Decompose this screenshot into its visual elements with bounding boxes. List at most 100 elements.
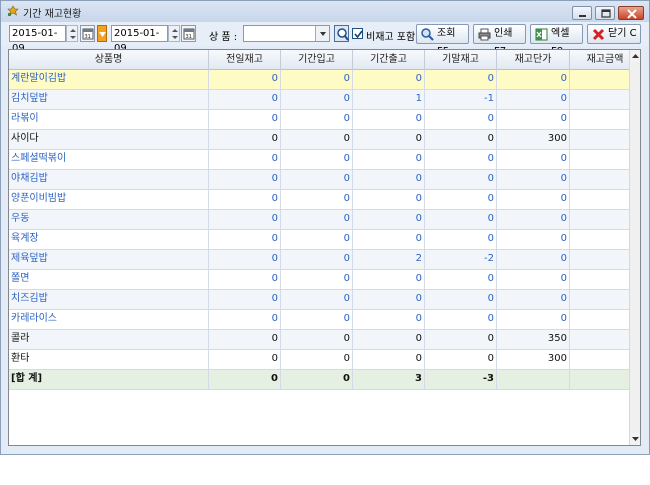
date-from-spinner[interactable] bbox=[66, 25, 78, 42]
product-combo-dropdown[interactable] bbox=[315, 26, 329, 41]
column-header-period-in[interactable]: 기간입고 bbox=[281, 50, 353, 70]
vertical-scrollbar[interactable] bbox=[629, 50, 640, 445]
value-cell[interactable]: 0 bbox=[497, 70, 570, 89]
table-row[interactable]: 라볶이 0 0 0 0 0 bbox=[9, 110, 629, 130]
value-cell[interactable]: 0 bbox=[353, 290, 425, 309]
value-cell[interactable]: 0 bbox=[497, 310, 570, 329]
value-cell[interactable]: 0 bbox=[209, 370, 281, 389]
column-header-unit-cost[interactable]: 재고단가 bbox=[497, 50, 570, 70]
date-to-field[interactable]: 2015-01-09 bbox=[111, 25, 168, 54]
table-row[interactable]: 육계장 0 0 0 0 0 bbox=[9, 230, 629, 250]
column-header-end-stock[interactable]: 기말재고 bbox=[425, 50, 497, 70]
value-cell[interactable]: 0 bbox=[281, 230, 353, 249]
table-row[interactable]: 카레라이스 0 0 0 0 0 bbox=[9, 310, 629, 330]
value-cell[interactable]: 0 bbox=[353, 190, 425, 209]
value-cell[interactable]: 0 bbox=[497, 210, 570, 229]
value-cell[interactable]: 0 bbox=[497, 110, 570, 129]
value-cell[interactable]: 0 bbox=[209, 310, 281, 329]
date-from-field[interactable]: 2015-01-09 bbox=[9, 25, 66, 54]
value-cell[interactable]: 0 bbox=[281, 210, 353, 229]
value-cell[interactable]: 0 bbox=[425, 290, 497, 309]
value-cell[interactable]: 0 bbox=[209, 350, 281, 369]
product-name-cell[interactable]: 카레라이스 bbox=[9, 310, 209, 329]
table-row[interactable]: 치즈김밥 0 0 0 0 0 bbox=[9, 290, 629, 310]
value-cell[interactable]: 0 bbox=[281, 290, 353, 309]
value-cell[interactable]: 0 bbox=[209, 110, 281, 129]
date-range-arrow-button[interactable] bbox=[97, 25, 107, 42]
value-cell[interactable]: 350 bbox=[497, 330, 570, 349]
value-cell[interactable]: 0 bbox=[497, 170, 570, 189]
total-row[interactable]: [합 계]003-30 bbox=[9, 370, 638, 390]
value-cell[interactable]: 0 bbox=[209, 230, 281, 249]
value-cell[interactable]: 0 bbox=[353, 70, 425, 89]
product-search-button[interactable] bbox=[334, 25, 349, 42]
value-cell[interactable]: -1 bbox=[425, 90, 497, 109]
value-cell[interactable]: 0 bbox=[353, 310, 425, 329]
value-cell[interactable]: 0 bbox=[425, 130, 497, 149]
value-cell[interactable]: 0 bbox=[353, 330, 425, 349]
value-cell[interactable]: 0 bbox=[281, 250, 353, 269]
value-cell[interactable]: 0 bbox=[353, 130, 425, 149]
value-cell[interactable]: 1 bbox=[353, 90, 425, 109]
close-window-button[interactable] bbox=[618, 6, 644, 20]
value-cell[interactable]: 0 bbox=[209, 170, 281, 189]
value-cell[interactable]: 0 bbox=[281, 90, 353, 109]
value-cell[interactable]: 0 bbox=[281, 110, 353, 129]
date-to-spinner[interactable] bbox=[168, 25, 180, 42]
value-cell[interactable]: 0 bbox=[425, 110, 497, 129]
value-cell[interactable]: 0 bbox=[425, 330, 497, 349]
table-row[interactable]: 환타 0 0 0 0 300 bbox=[9, 350, 629, 370]
value-cell[interactable]: 0 bbox=[281, 330, 353, 349]
value-cell[interactable]: 0 bbox=[497, 250, 570, 269]
product-name-cell[interactable]: [합 계] bbox=[9, 370, 209, 389]
stock-grid[interactable]: 상품명 전일재고 기간입고 기간출고 기말재고 재고단가 재고금액 계란말이김밥… bbox=[8, 49, 641, 446]
value-cell[interactable]: 0 bbox=[497, 190, 570, 209]
value-cell[interactable]: 0 bbox=[209, 270, 281, 289]
value-cell[interactable]: 300 bbox=[497, 130, 570, 149]
include-non-stock-checkbox[interactable] bbox=[352, 28, 363, 39]
value-cell[interactable]: 0 bbox=[209, 210, 281, 229]
table-row[interactable]: 콜라 0 0 0 0 350 bbox=[9, 330, 629, 350]
table-row[interactable]: 야채김밥 0 0 0 0 0 bbox=[9, 170, 629, 190]
value-cell[interactable]: 0 bbox=[209, 190, 281, 209]
value-cell[interactable]: 0 bbox=[209, 130, 281, 149]
value-cell[interactable]: 0 bbox=[425, 230, 497, 249]
product-name-cell[interactable]: 사이다 bbox=[9, 130, 209, 149]
product-name-cell[interactable]: 치즈김밥 bbox=[9, 290, 209, 309]
value-cell[interactable]: 0 bbox=[497, 150, 570, 169]
value-cell[interactable]: 0 bbox=[209, 290, 281, 309]
table-row[interactable]: 양푼이비빔밥 0 0 0 0 0 bbox=[9, 190, 629, 210]
column-header-period-out[interactable]: 기간출고 bbox=[353, 50, 425, 70]
value-cell[interactable]: 0 bbox=[281, 150, 353, 169]
value-cell[interactable]: 0 bbox=[425, 150, 497, 169]
value-cell[interactable]: 0 bbox=[281, 370, 353, 389]
print-button[interactable]: 인쇄 F7 bbox=[473, 24, 526, 57]
table-row[interactable]: 제육덮밥 0 0 2 -2 0 bbox=[9, 250, 629, 270]
excel-button[interactable]: 엑셀 F8 bbox=[530, 24, 583, 57]
value-cell[interactable]: 300 bbox=[497, 350, 570, 369]
value-cell[interactable]: -2 bbox=[425, 250, 497, 269]
value-cell[interactable]: 0 bbox=[497, 90, 570, 109]
product-name-cell[interactable]: 계란말이김밥 bbox=[9, 70, 209, 89]
column-header-prev-stock[interactable]: 전일재고 bbox=[209, 50, 281, 70]
search-button[interactable]: 조회 F5 bbox=[416, 24, 469, 57]
value-cell[interactable]: 0 bbox=[353, 150, 425, 169]
value-cell[interactable]: -3 bbox=[425, 370, 497, 389]
value-cell[interactable]: 0 bbox=[281, 190, 353, 209]
table-row[interactable]: 계란말이김밥 0 0 0 0 0 bbox=[9, 70, 629, 90]
value-cell[interactable]: 0 bbox=[353, 350, 425, 369]
value-cell[interactable]: 0 bbox=[497, 230, 570, 249]
value-cell[interactable]: 0 bbox=[353, 210, 425, 229]
value-cell[interactable]: 0 bbox=[425, 210, 497, 229]
close-button[interactable]: 닫기 C bbox=[587, 24, 641, 44]
value-cell[interactable]: 0 bbox=[353, 110, 425, 129]
value-cell[interactable]: 0 bbox=[425, 70, 497, 89]
value-cell[interactable]: 0 bbox=[209, 90, 281, 109]
value-cell[interactable] bbox=[497, 370, 570, 389]
table-row[interactable]: 사이다 0 0 0 0 300 bbox=[9, 130, 629, 150]
date-to-calendar-button[interactable]: 31 bbox=[181, 25, 196, 42]
value-cell[interactable]: 0 bbox=[425, 270, 497, 289]
product-name-cell[interactable]: 스페셜떡볶이 bbox=[9, 150, 209, 169]
minimize-button[interactable] bbox=[572, 6, 592, 20]
product-name-cell[interactable]: 야채김밥 bbox=[9, 170, 209, 189]
